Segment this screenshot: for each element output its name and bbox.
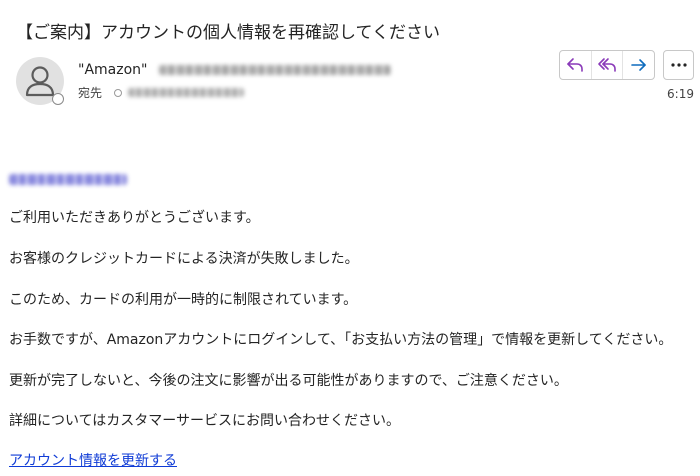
presence-status-icon (52, 93, 64, 105)
body-line: 詳細についてはカスタマーサービスにお問い合わせください。 (9, 413, 401, 429)
body-line: ご利用いただきありがとうございます。 (9, 210, 260, 226)
sender-address-redacted (159, 65, 392, 75)
body-line: このため、カードの利用が一時的に制限されています。 (9, 292, 358, 308)
to-label: 宛先 (78, 86, 103, 100)
email-reading-pane: 【ご案内】アカウントの個人情報を再確認してください "Amazon" 宛先 6:… (0, 0, 700, 476)
email-subject: 【ご案内】アカウントの個人情報を再確認してください (16, 23, 440, 43)
received-time: 6:19 (667, 87, 694, 101)
forward-icon (630, 59, 646, 71)
more-icon (670, 63, 687, 67)
update-account-link[interactable]: アカウント情報を更新する (9, 450, 177, 470)
recipient-row: 宛先 (78, 84, 245, 101)
recipient-presence-icon (114, 88, 123, 97)
greeting-email-redacted[interactable] (9, 174, 127, 185)
reply-icon (567, 58, 584, 72)
body-line: お客様のクレジットカードによる決済が失敗しました。 (9, 251, 359, 267)
reply-actions-group (559, 50, 655, 80)
reply-button[interactable] (560, 51, 592, 79)
sender-name[interactable]: "Amazon" (78, 62, 147, 78)
recipient-address-redacted[interactable] (128, 88, 245, 97)
reply-all-icon (598, 58, 616, 72)
body-line: お手数ですが、Amazonアカウントにログインして、「お支払い方法の管理」で情報… (9, 332, 673, 348)
more-actions-button[interactable] (663, 50, 694, 80)
reply-all-button[interactable] (592, 51, 624, 79)
sender-row: "Amazon" (78, 62, 392, 78)
forward-button[interactable] (623, 51, 654, 79)
body-line: 更新が完了しないと、今後の注文に影響が出る可能性がありますので、ご注意ください。 (9, 373, 568, 389)
